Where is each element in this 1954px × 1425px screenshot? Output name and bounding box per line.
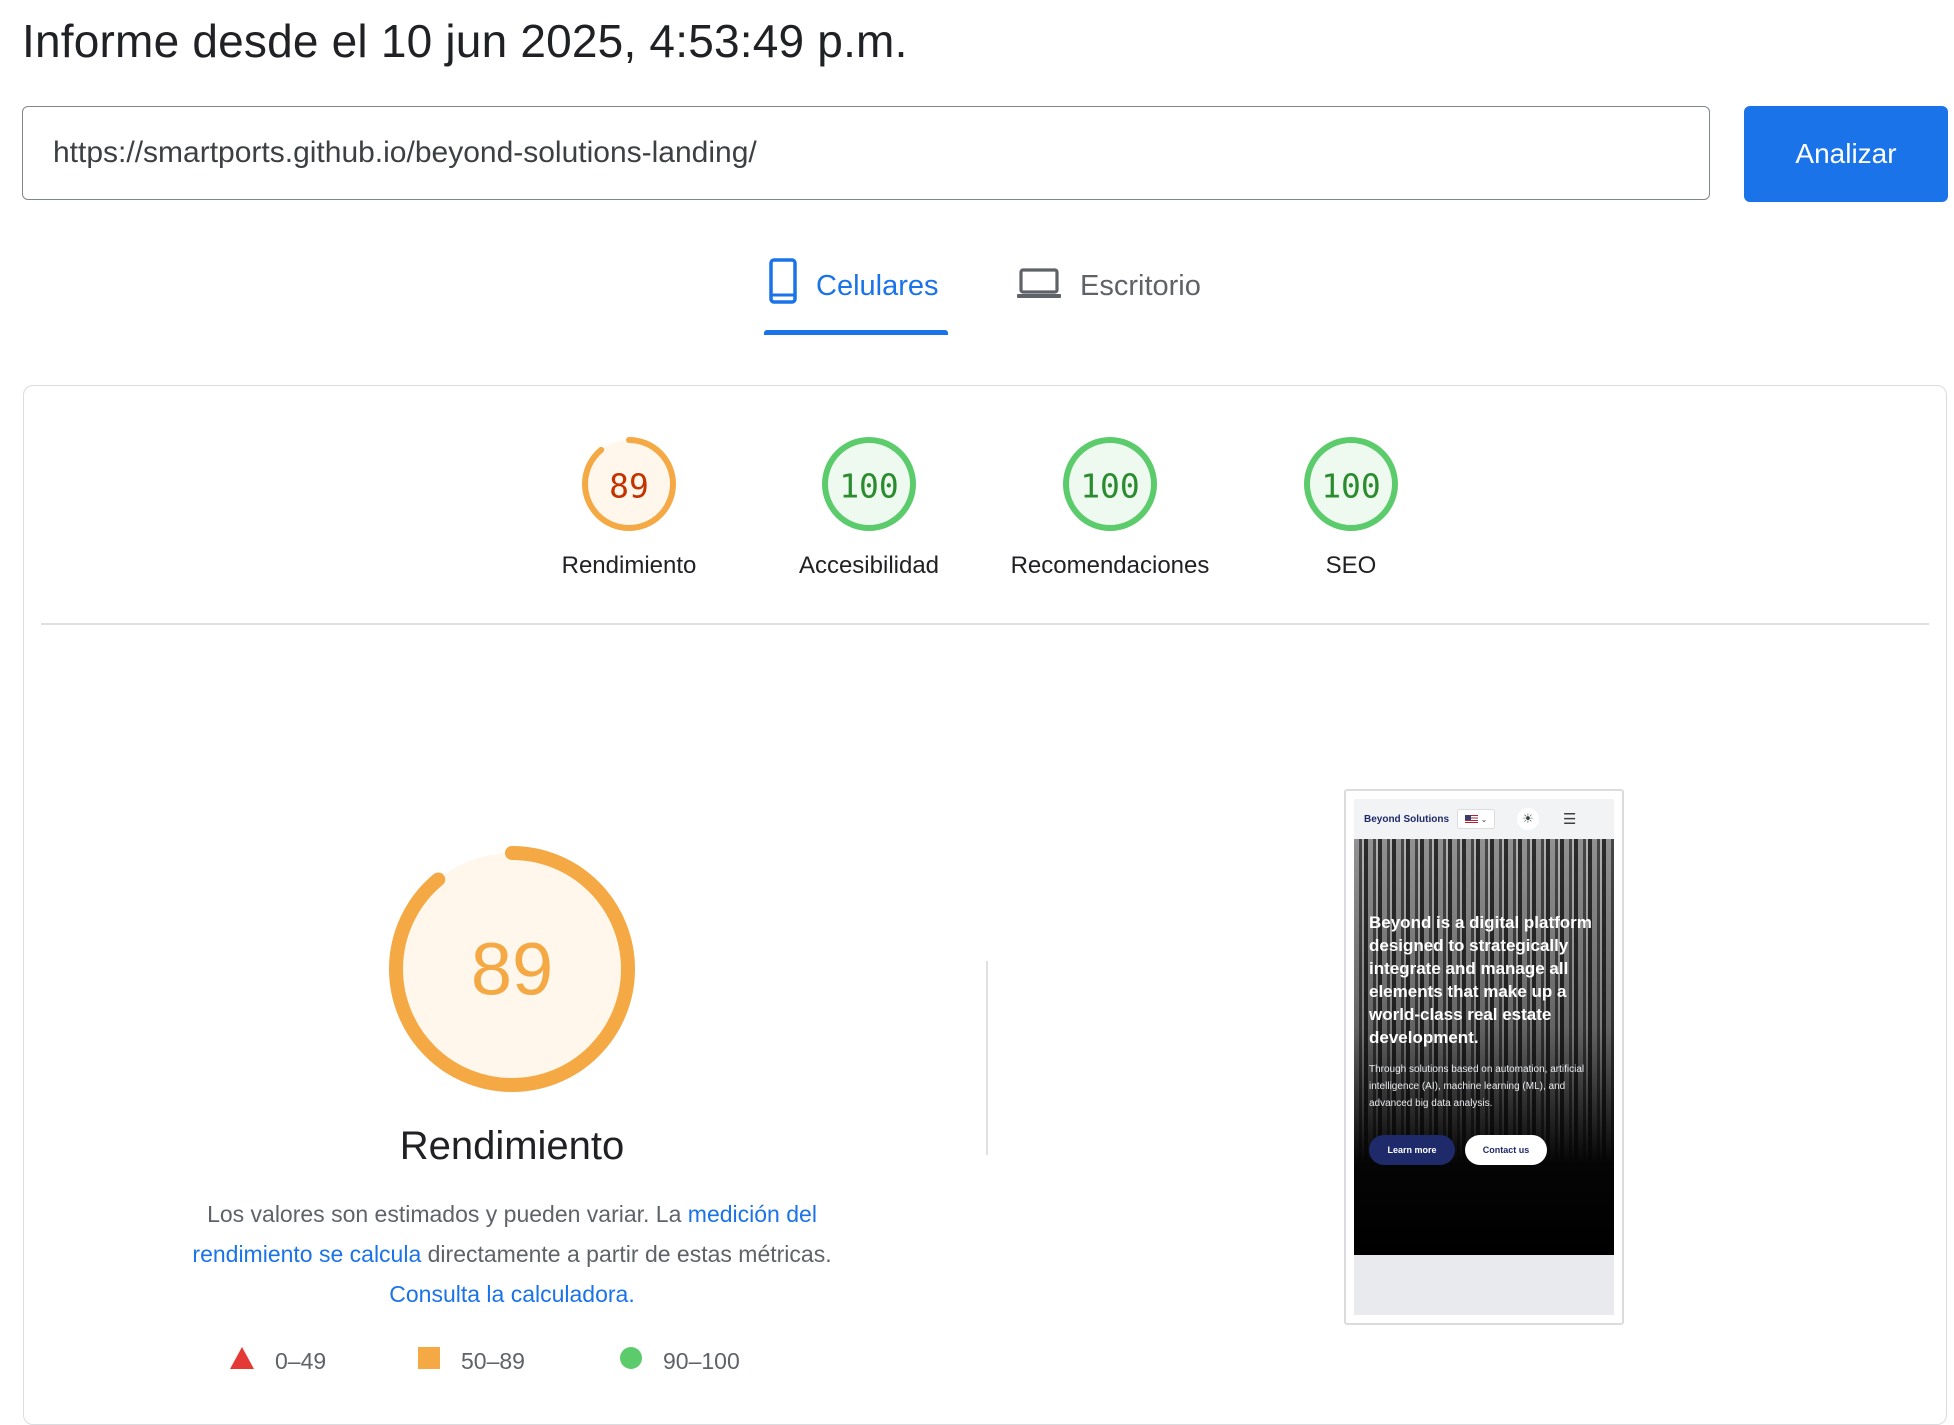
menu-icon: ☰: [1563, 810, 1577, 828]
language-selector: ⌄: [1457, 809, 1495, 829]
smartphone-icon: [768, 258, 798, 312]
selected-tab-indicator: [764, 330, 948, 335]
gauge-label: Recomendaciones: [1010, 552, 1210, 579]
legend-pass: 90–100: [619, 1346, 740, 1376]
legend-pass-range: 90–100: [663, 1347, 740, 1374]
score-gauge-performance[interactable]: 89 Rendimiento: [519, 434, 739, 580]
gauge-label: SEO: [1325, 552, 1377, 579]
report-title: Informe desde el 10 jun 2025, 4:53:49 p.…: [22, 15, 908, 67]
score-gauge-seo[interactable]: 100 SEO: [1241, 434, 1461, 580]
performance-title: Rendimiento: [399, 1124, 625, 1168]
screenshot-learn-more-button: Learn more: [1369, 1135, 1455, 1165]
score-gauge-accessibility[interactable]: 100 Accesibilidad: [759, 434, 979, 580]
analyze-button[interactable]: Analizar: [1744, 106, 1948, 202]
performance-score: 89: [471, 928, 553, 1011]
screenshot-hero: Beyond is a digital platform designed to…: [1354, 839, 1614, 1255]
gauge-score: 100: [1080, 467, 1140, 506]
screenshot-contact-button: Contact us: [1465, 1135, 1547, 1165]
gauge-score: 89: [609, 467, 649, 506]
fail-triangle-icon: [229, 1346, 255, 1376]
average-square-icon: [417, 1346, 441, 1376]
legend-average-range: 50–89: [461, 1347, 525, 1374]
gauge-score: 100: [839, 467, 899, 506]
calculator-link[interactable]: Consulta la calculadora.: [389, 1281, 634, 1307]
desc-text-2: directamente a partir de estas métricas.: [421, 1241, 832, 1267]
us-flag-icon: [1464, 815, 1478, 823]
url-input[interactable]: [22, 106, 1710, 200]
performance-description: Los valores son estimados y pueden varia…: [154, 1194, 870, 1314]
screenshot-brand: Beyond Solutions: [1364, 813, 1449, 825]
screenshot-viewport: Beyond Solutions ⌄ ☀ ☰ Beyond is a digit…: [1354, 799, 1614, 1315]
performance-gauge: 89: [364, 821, 660, 1117]
divider: [41, 623, 1929, 625]
gauge-ring: 89: [582, 437, 676, 531]
tab-mobile[interactable]: Celulares: [768, 258, 939, 338]
legend-average: 50–89: [417, 1346, 525, 1376]
screenshot-navbar: Beyond Solutions ⌄ ☀ ☰: [1354, 799, 1614, 839]
gauge-score: 100: [1321, 467, 1381, 506]
screenshot-headline: Beyond is a digital platform designed to…: [1369, 913, 1592, 1047]
chevron-down-icon: ⌄: [1480, 814, 1488, 824]
pass-circle-icon: [619, 1346, 643, 1376]
gauge-ring: 100: [1304, 437, 1398, 531]
score-gauge-best-practices[interactable]: 100 Recomendaciones: [1000, 434, 1220, 580]
legend-fail: 0–49: [229, 1346, 326, 1376]
tab-desktop[interactable]: Escritorio: [1016, 258, 1201, 338]
vertical-divider: [986, 961, 988, 1155]
gauge-ring: 100: [822, 437, 916, 531]
tab-mobile-label: Celulares: [816, 270, 939, 302]
gauge-label: Accesibilidad: [798, 552, 940, 579]
report-card: 89 Rendimiento 100 Accesibilidad 100 Recomend…: [23, 385, 1947, 1425]
page-screenshot: Beyond Solutions ⌄ ☀ ☰ Beyond is a digit…: [1344, 789, 1624, 1325]
laptop-icon: [1016, 258, 1062, 312]
gauge-label: Rendimiento: [561, 552, 697, 579]
url-form: Analizar: [22, 106, 1948, 202]
tab-desktop-label: Escritorio: [1080, 270, 1201, 302]
screenshot-subtext: Through solutions based on automation, a…: [1369, 1064, 1585, 1109]
device-tabs: Celulares Escritorio: [0, 258, 1954, 338]
sun-icon: ☀: [1517, 808, 1539, 830]
legend-fail-range: 0–49: [275, 1347, 327, 1374]
desc-text-1: Los valores son estimados y pueden varia…: [207, 1201, 688, 1227]
gauge-ring: 100: [1063, 437, 1157, 531]
